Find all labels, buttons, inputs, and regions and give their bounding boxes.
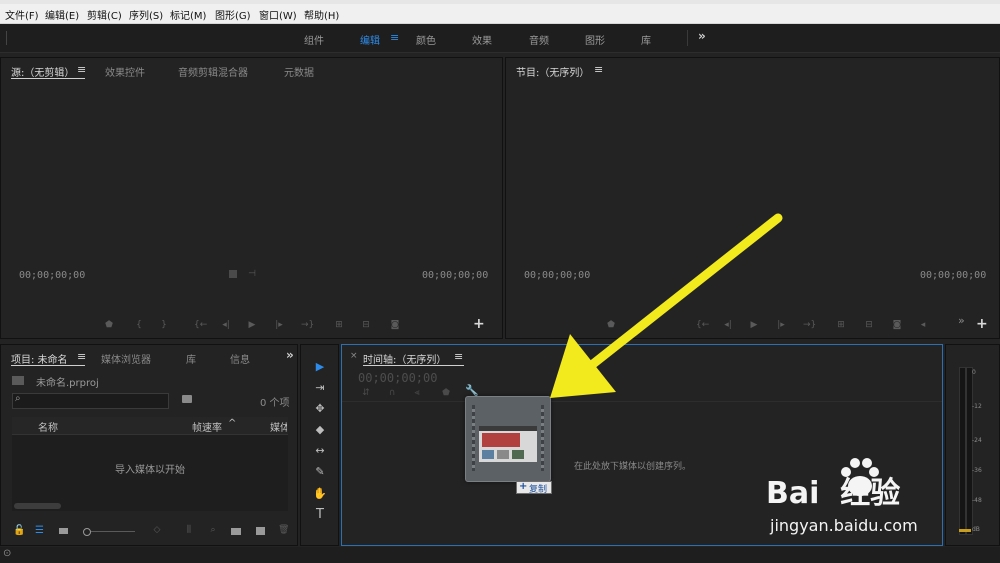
watermark-brand: Bai 经验 [766,476,901,511]
arrow-shaft [588,213,783,369]
watermark-url: jingyan.baidu.com [770,516,918,535]
baidu-watermark: Bai 经验 jingyan.baidu.com [764,452,1000,562]
arrow-head [550,334,616,398]
